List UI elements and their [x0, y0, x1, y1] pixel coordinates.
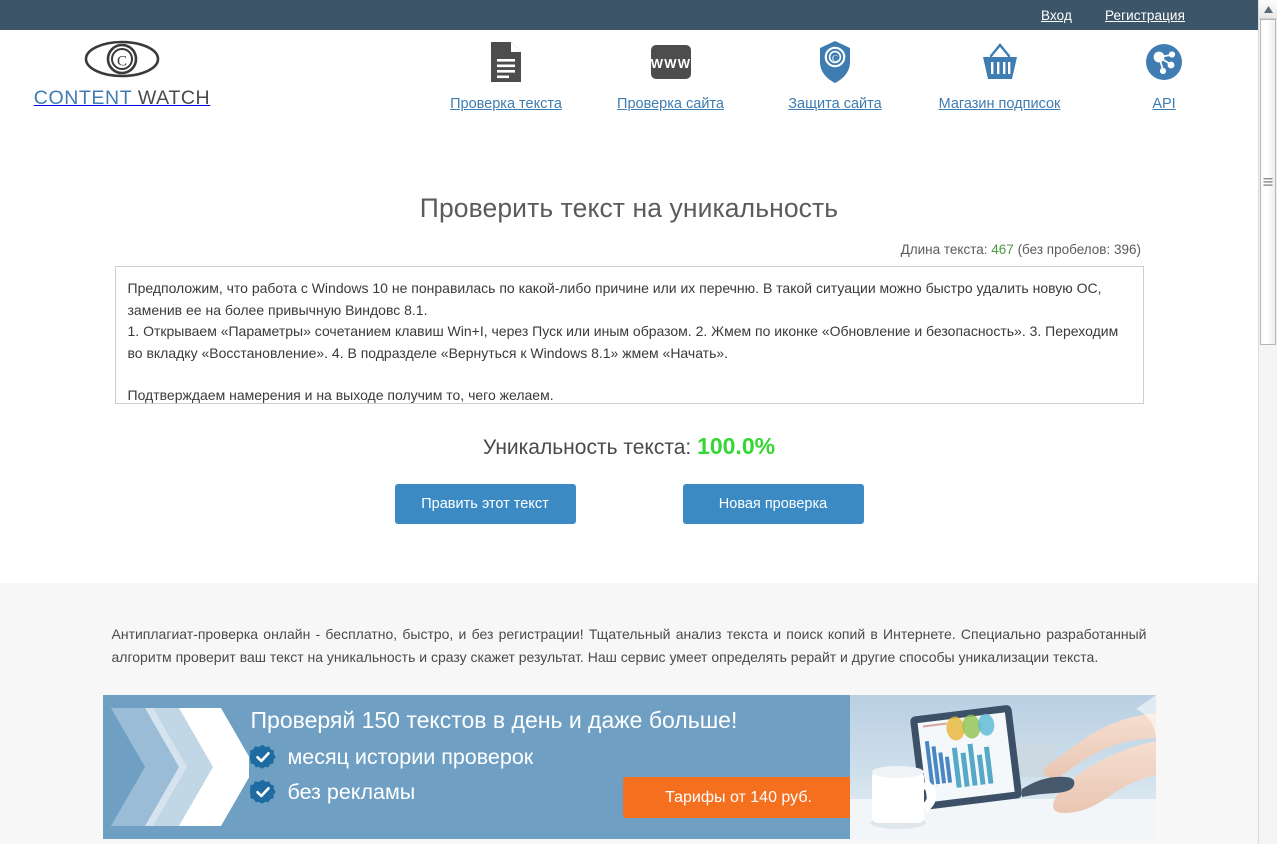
- register-link[interactable]: Регистрация: [1105, 8, 1185, 23]
- edit-text-button[interactable]: Править этот текст: [394, 484, 576, 524]
- page-content: Вход Регистрация C CONTENT WATCH Проверк…: [0, 0, 1258, 844]
- new-check-button[interactable]: Новая проверка: [682, 484, 864, 524]
- nav-label-subscription-store: Магазин подписок: [938, 96, 1061, 112]
- check-badge-icon: [249, 744, 276, 769]
- eye-copyright-icon: C: [32, 39, 212, 84]
- scrollbar-thumb[interactable]: [1260, 19, 1276, 345]
- checked-text-paragraph-1: Предположим, что работа с Windows 10 не …: [127, 280, 1102, 318]
- chevron-arrows-icon: [109, 700, 255, 839]
- nav-item-api[interactable]: API: [1098, 38, 1230, 112]
- banner-feature-label: без рекламы: [287, 779, 416, 804]
- page-title: Проверить текст на уникальность: [419, 193, 839, 223]
- nav-item-site-protection[interactable]: C Защита сайта: [769, 38, 901, 112]
- main-content: Проверить текст на уникальность Длина те…: [0, 137, 1258, 693]
- banner-headline: Проверяй 150 текстов в день и даже больш…: [250, 707, 738, 733]
- tariffs-button[interactable]: Тарифы от 140 руб.: [622, 777, 855, 818]
- www-icon: WWW: [647, 38, 695, 86]
- browser-viewport: Вход Регистрация C CONTENT WATCH Проверк…: [0, 0, 1277, 844]
- logo-word-content: CONTENT: [33, 87, 132, 109]
- login-link[interactable]: Вход: [1041, 8, 1072, 23]
- text-length-prefix: Длина текста:: [900, 242, 992, 257]
- network-nodes-icon: [1144, 38, 1184, 86]
- uniqueness-value: 100.0%: [697, 433, 776, 459]
- nav-label-site-check: Проверка сайта: [617, 96, 724, 112]
- document-lines-icon: [489, 38, 523, 86]
- vertical-scrollbar[interactable]: [1258, 0, 1277, 844]
- checked-text-paragraph-2: 1. Открываем «Параметры» сочетанием клав…: [127, 323, 1119, 361]
- scrollbar-grip-icon: [1263, 173, 1273, 191]
- scrollbar-track[interactable]: [1259, 345, 1277, 844]
- banner-feature-item: месяц истории проверок: [249, 744, 534, 770]
- promo-description: Антиплагиат-проверка онлайн - бесплатно,…: [111, 626, 1147, 665]
- uniqueness-label: Уникальность текста:: [482, 436, 698, 459]
- nav-item-subscription-store[interactable]: Магазин подписок: [934, 38, 1066, 112]
- text-length-value: 467: [991, 242, 1014, 257]
- check-badge-icon: [249, 779, 276, 804]
- basket-icon: [979, 38, 1021, 86]
- site-logo[interactable]: C CONTENT WATCH: [32, 39, 212, 110]
- footer-promo-section: Антиплагиат-проверка онлайн - бесплатно,…: [0, 583, 1258, 844]
- checked-text-panel[interactable]: Предположим, что работа с Windows 10 не …: [114, 266, 1144, 404]
- svg-text:WWW: WWW: [650, 56, 690, 71]
- banner-photo-tablet-hands: [849, 695, 1156, 839]
- nav-label-text-check: Проверка текста: [450, 96, 562, 112]
- nav-item-site-check[interactable]: WWW Проверка сайта: [605, 38, 737, 112]
- top-bar: Вход Регистрация: [0, 0, 1258, 30]
- nav-label-api: API: [1152, 96, 1176, 112]
- uniqueness-result: Уникальность текста: 100.0%: [0, 433, 1258, 460]
- site-header: C CONTENT WATCH Проверка текста WWW Пров…: [0, 30, 1258, 137]
- svg-text:C: C: [117, 54, 127, 70]
- scroll-up-button[interactable]: [1259, 0, 1277, 19]
- checked-text-paragraph-3: Подтверждаем намерения и на выходе получ…: [127, 387, 554, 403]
- nav-label-site-protection: Защита сайта: [788, 96, 882, 112]
- subscription-banner[interactable]: Проверяй 150 текстов в день и даже больш…: [102, 695, 1156, 839]
- account-links: Вход Регистрация: [1041, 0, 1185, 30]
- banner-feature-list: месяц истории проверок без рекламы: [249, 744, 534, 814]
- text-length-info: Длина текста: 467 (без пробелов: 396): [0, 242, 1141, 257]
- banner-feature-item: без рекламы: [249, 779, 534, 805]
- logo-word-watch: WATCH: [131, 87, 211, 109]
- triangle-up-icon: [1263, 0, 1273, 18]
- action-buttons: Править этот текст Новая проверка: [0, 484, 1258, 524]
- svg-text:C: C: [832, 53, 838, 63]
- banner-feature-label: месяц истории проверок: [287, 744, 534, 769]
- text-length-suffix: (без пробелов: 396): [1013, 242, 1141, 257]
- shield-copyright-icon: C: [818, 38, 852, 86]
- nav-item-text-check[interactable]: Проверка текста: [440, 38, 572, 112]
- main-navigation: Проверка текста WWW Проверка сайта C Защ…: [440, 38, 1230, 112]
- logo-wordmark: CONTENT WATCH: [34, 87, 210, 109]
